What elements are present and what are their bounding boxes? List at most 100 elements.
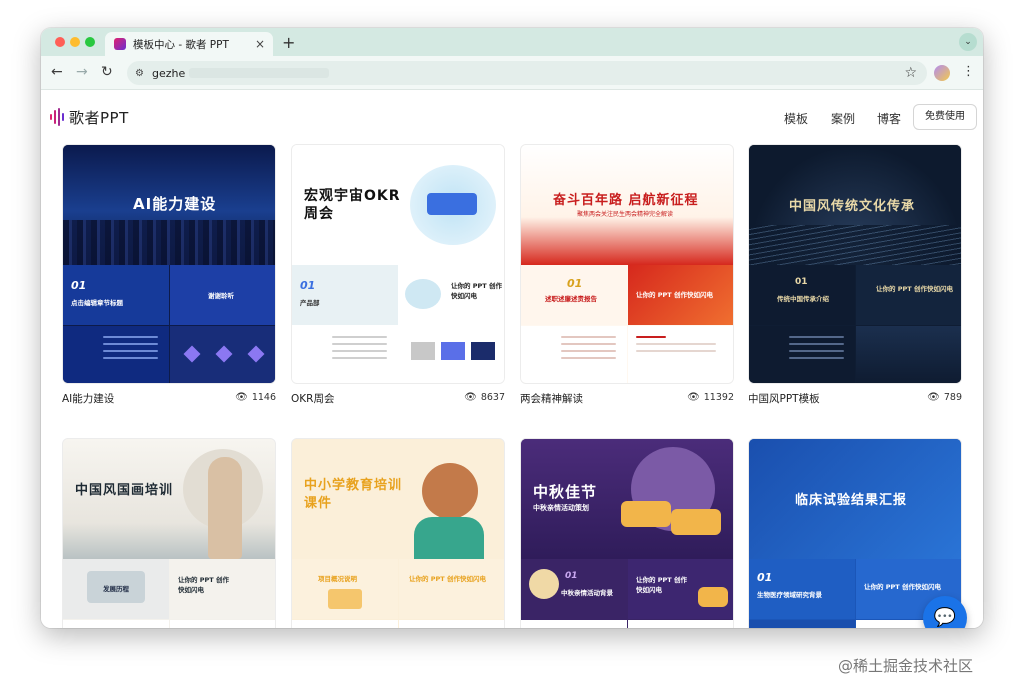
slide-number: 01 bbox=[567, 277, 583, 290]
nav-cases[interactable]: 案例 bbox=[831, 110, 855, 127]
template-card[interactable]: AI能力建设 01 点击编辑章节标题 谢谢聆听 AI能力建设 👁 1146 bbox=[62, 144, 276, 405]
eye-icon: 👁 bbox=[235, 392, 248, 403]
thumbnail-title: 奋斗百年路 启航新征程 bbox=[553, 193, 699, 208]
title-bar: 模板中心 - 歌者 PPT × + ⌄ bbox=[41, 28, 983, 56]
slide-caption: 让你的 PPT 创作快如闪电 bbox=[636, 291, 713, 299]
thumbnail-slide: 让你的 PPT 创作快如闪电 bbox=[399, 265, 504, 325]
thumbnail-slide bbox=[399, 620, 504, 628]
page-viewport: 歌者PPT 模板 案例 博客 免费使用 AI能力建设 01 点击编辑章节标题 谢… bbox=[41, 90, 983, 628]
forward-button[interactable]: → bbox=[76, 64, 88, 80]
slide-caption: 让你的 PPT 创作快如闪电 bbox=[451, 282, 502, 300]
tab-title: 模板中心 - 歌者 PPT bbox=[133, 38, 229, 51]
template-card[interactable]: 宏观宇宙OKR周会 01 产品部 让你的 PPT 创作快如闪电 OKR周会 👁 … bbox=[291, 144, 505, 405]
slide-caption: 传统中国传承介绍 bbox=[777, 295, 829, 303]
slide-caption: 发展历程 bbox=[103, 585, 129, 593]
slide-caption: 项目概况说明 bbox=[318, 575, 357, 583]
template-thumbnail[interactable]: 中秋佳节 中秋亲情活动策划 01 中秋亲情活动背景 让你的 PPT 创作快如闪电 bbox=[520, 438, 734, 628]
slide-caption: 述职述廉述责报告 bbox=[545, 295, 597, 303]
bookmark-star-icon[interactable]: ☆ bbox=[904, 65, 917, 81]
thumbnail-hero: 中国风传统文化传承 bbox=[749, 145, 961, 265]
thumbnail-hero: 中国风国画培训 bbox=[63, 439, 275, 559]
slide-caption: 谢谢聆听 bbox=[208, 292, 234, 300]
eye-icon: 👁 bbox=[464, 392, 477, 403]
template-thumbnail[interactable]: 中国风传统文化传承 01 传统中国传承介绍 让你的 PPT 创作快如闪电 bbox=[748, 144, 962, 384]
thumbnail-slide: 项目概况说明 bbox=[292, 559, 398, 619]
template-card[interactable]: 奋斗百年路 启航新征程 聚焦两会关注民生两会精神完全解读 01 述职述廉述责报告… bbox=[520, 144, 734, 405]
url-text[interactable]: gezhe bbox=[152, 67, 185, 80]
favicon-icon bbox=[114, 38, 126, 50]
thumbnail-slide: 让你的 PPT 创作快如闪电 bbox=[170, 559, 275, 619]
template-card[interactable]: 中秋佳节 中秋亲情活动策划 01 中秋亲情活动背景 让你的 PPT 创作快如闪电 bbox=[520, 438, 734, 628]
card-title[interactable]: OKR周会 bbox=[291, 391, 334, 406]
browser-tab[interactable]: 模板中心 - 歌者 PPT × bbox=[105, 32, 273, 56]
close-window-button[interactable] bbox=[55, 37, 65, 47]
tab-close-icon[interactable]: × bbox=[253, 37, 267, 51]
thumbnail-slide bbox=[749, 326, 855, 383]
browser-window: 模板中心 - 歌者 PPT × + ⌄ ← → ↻ ⚙ gezhe ☆ ⋮ 歌者… bbox=[41, 28, 983, 628]
thumbnail-title: 宏观宇宙OKR周会 bbox=[304, 188, 401, 222]
nav-templates[interactable]: 模板 bbox=[784, 110, 808, 127]
card-title[interactable]: AI能力建设 bbox=[62, 391, 114, 406]
slide-caption: 点击编辑章节标题 bbox=[71, 299, 123, 307]
thumbnail-slide: 让你的 PPT 创作快如闪电 bbox=[628, 265, 733, 325]
card-title[interactable]: 两会精神解读 bbox=[520, 391, 583, 406]
eye-icon: 👁 bbox=[687, 392, 700, 403]
site-header: 歌者PPT 模板 案例 博客 免费使用 bbox=[41, 90, 983, 142]
view-count-value: 11392 bbox=[703, 392, 734, 403]
template-thumbnail[interactable]: 中国风国画培训 发展历程 让你的 PPT 创作快如闪电 bbox=[62, 438, 276, 628]
template-card[interactable]: 中国风传统文化传承 01 传统中国传承介绍 让你的 PPT 创作快如闪电 中国风… bbox=[748, 144, 962, 405]
view-count-value: 8637 bbox=[480, 392, 505, 403]
maximize-window-button[interactable] bbox=[85, 37, 95, 47]
browser-menu-icon[interactable]: ⋮ bbox=[962, 64, 975, 79]
slide-caption: 产品部 bbox=[300, 299, 320, 307]
view-count-value: 1146 bbox=[251, 392, 276, 403]
eye-icon: 👁 bbox=[927, 392, 940, 403]
view-count: 👁 789 bbox=[927, 392, 962, 403]
template-thumbnail[interactable]: 奋斗百年路 启航新征程 聚焦两会关注民生两会精神完全解读 01 述职述廉述责报告… bbox=[520, 144, 734, 384]
template-thumbnail[interactable]: 中小学教育培训课件 项目概况说明 让你的 PPT 创作快如闪电 bbox=[291, 438, 505, 628]
slide-number: 01 bbox=[300, 279, 316, 292]
slide-number: 01 bbox=[795, 277, 808, 287]
site-info-icon[interactable]: ⚙ bbox=[135, 68, 144, 79]
minimize-window-button[interactable] bbox=[70, 37, 80, 47]
reload-button[interactable]: ↻ bbox=[101, 64, 113, 80]
slide-number: 01 bbox=[565, 571, 578, 581]
template-card[interactable]: 中小学教育培训课件 项目概况说明 让你的 PPT 创作快如闪电 bbox=[291, 438, 505, 628]
new-tab-button[interactable]: + bbox=[282, 33, 295, 52]
thumbnail-slide: 01 中秋亲情活动背景 bbox=[521, 559, 627, 619]
template-card[interactable]: 临床试验结果汇报 01 生物医疗领域研究背景 让你的 PPT 创作快如闪电 bbox=[748, 438, 962, 628]
thumbnail-slide bbox=[292, 620, 398, 628]
thumbnail-slide bbox=[292, 326, 398, 383]
address-bar[interactable]: ⚙ gezhe ☆ bbox=[127, 61, 927, 85]
slide-caption: 中秋亲情活动背景 bbox=[561, 589, 613, 597]
template-thumbnail[interactable]: 临床试验结果汇报 01 生物医疗领域研究背景 让你的 PPT 创作快如闪电 bbox=[748, 438, 962, 628]
thumbnail-slide bbox=[521, 620, 627, 628]
thumbnail-slide bbox=[170, 620, 275, 628]
thumbnail-title: 临床试验结果汇报 bbox=[795, 493, 908, 508]
view-count-value: 789 bbox=[943, 392, 962, 403]
thumbnail-slide bbox=[521, 326, 627, 383]
logo-icon bbox=[50, 108, 64, 126]
slide-number: 01 bbox=[71, 279, 87, 292]
nav-blog[interactable]: 博客 bbox=[877, 110, 901, 127]
slide-number: 01 bbox=[757, 571, 773, 584]
template-thumbnail[interactable]: AI能力建设 01 点击编辑章节标题 谢谢聆听 bbox=[62, 144, 276, 384]
tab-search-button[interactable]: ⌄ bbox=[959, 33, 977, 51]
back-button[interactable]: ← bbox=[51, 64, 63, 80]
thumbnail-hero: 中秋佳节 中秋亲情活动策划 bbox=[521, 439, 733, 559]
thumbnail-slide bbox=[399, 326, 504, 383]
thumbnail-slide: 01 生物医疗领域研究背景 bbox=[749, 559, 855, 619]
card-title[interactable]: 中国风PPT模板 bbox=[748, 391, 820, 406]
template-thumbnail[interactable]: 宏观宇宙OKR周会 01 产品部 让你的 PPT 创作快如闪电 bbox=[291, 144, 505, 384]
free-use-button[interactable]: 免费使用 bbox=[913, 104, 977, 130]
thumbnail-title: 中国风国画培训 bbox=[75, 483, 174, 498]
thumbnail-slide bbox=[63, 620, 169, 628]
template-card[interactable]: 中国风国画培训 发展历程 让你的 PPT 创作快如闪电 bbox=[62, 438, 276, 628]
logo-text[interactable]: 歌者PPT bbox=[69, 107, 129, 128]
thumbnail-slide: 让你的 PPT 创作快如闪电 bbox=[399, 559, 504, 619]
profile-avatar[interactable] bbox=[934, 65, 950, 81]
thumbnail-title: 中国风传统文化传承 bbox=[789, 199, 916, 214]
thumbnail-hero: 中小学教育培训课件 bbox=[292, 439, 504, 559]
slide-caption: 让你的 PPT 创作快如闪电 bbox=[876, 285, 953, 293]
thumbnail-slide: 01 传统中国传承介绍 bbox=[749, 265, 855, 325]
